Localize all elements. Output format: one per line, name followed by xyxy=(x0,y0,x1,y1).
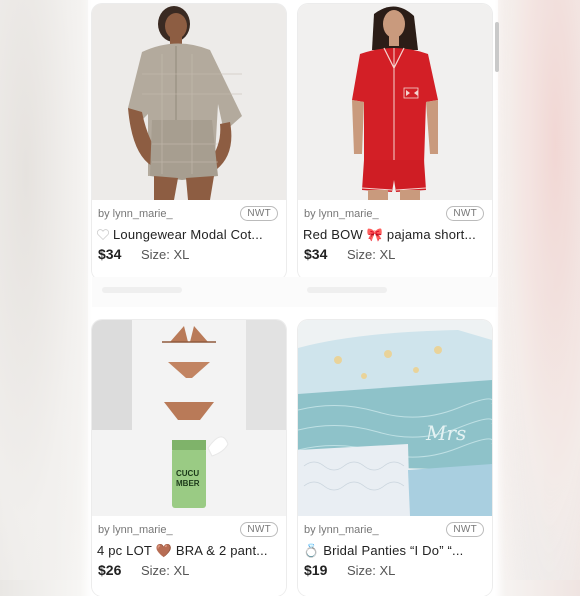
listing-title[interactable]: 4 pc LOT 🤎 BRA & 2 pant... xyxy=(97,543,280,559)
listing-title-text: Loungewear Modal Cot... xyxy=(113,227,263,242)
listing-size: Size: XL xyxy=(347,563,396,578)
listing-size: Size: XL xyxy=(347,247,396,262)
seller-name[interactable]: by lynn_marie_ xyxy=(98,208,173,220)
listing-title[interactable]: Loungewear Modal Cot... xyxy=(97,227,280,242)
loungewear-photo xyxy=(92,4,286,200)
listing-price: $34 xyxy=(98,246,122,262)
listing-meta: by lynn_marie_ NWT 4 pc LOT 🤎 BRA & 2 pa… xyxy=(92,516,286,596)
condition-badge: NWT xyxy=(240,522,278,537)
white-heart-icon xyxy=(97,229,109,240)
listing-title[interactable]: 💍 Bridal Panties “I Do” “... xyxy=(303,543,486,559)
seller-name[interactable]: by lynn_marie_ xyxy=(98,524,173,536)
tube-label-line1: CUCU xyxy=(176,469,199,478)
bra-lot-photo: CUCU MBER xyxy=(92,320,286,516)
condition-badge: NWT xyxy=(446,522,484,537)
listing-size: Size: XL xyxy=(141,563,190,578)
red-pajama-photo xyxy=(298,4,492,200)
bridal-panties-photo: Mrs xyxy=(298,320,492,516)
lace-script-text: Mrs xyxy=(425,421,466,445)
scrollbar[interactable] xyxy=(495,22,499,72)
listing-price: $34 xyxy=(304,246,328,262)
listing-meta: by lynn_marie_ NWT Loungewear Modal Cot.… xyxy=(92,200,286,280)
listing-meta: by lynn_marie_ NWT Red BOW 🎀 pajama shor… xyxy=(298,200,492,280)
listing-image-bridal-panties[interactable]: Mrs xyxy=(298,320,492,516)
listing-image-bra-lot[interactable]: CUCU MBER xyxy=(92,320,286,516)
right-background-blur xyxy=(498,0,580,580)
seller-name[interactable]: by lynn_marie_ xyxy=(304,524,379,536)
listing-image-loungewear[interactable] xyxy=(92,4,286,200)
condition-badge: NWT xyxy=(446,206,484,221)
row-separator xyxy=(92,277,497,307)
listing-card-red-bow[interactable]: by lynn_marie_ NWT Red BOW 🎀 pajama shor… xyxy=(298,4,492,280)
tube-label-line2: MBER xyxy=(176,479,200,488)
listing-title[interactable]: Red BOW 🎀 pajama short... xyxy=(303,227,486,243)
condition-badge: NWT xyxy=(240,206,278,221)
seller-name[interactable]: by lynn_marie_ xyxy=(304,208,379,220)
left-background-blur xyxy=(0,0,88,580)
listing-image-red-bow[interactable] xyxy=(298,4,492,200)
listing-size: Size: XL xyxy=(141,247,190,262)
listing-price: $19 xyxy=(304,562,328,578)
listing-card-bridal-panties[interactable]: Mrs by lynn_marie_ NWT 💍 Bridal Panties … xyxy=(298,320,492,596)
listing-price: $26 xyxy=(98,562,122,578)
listing-card-loungewear[interactable]: by lynn_marie_ NWT Loungewear Modal Cot.… xyxy=(92,4,286,280)
listing-card-bra-lot[interactable]: CUCU MBER by lynn_marie_ NWT 4 pc LOT 🤎 … xyxy=(92,320,286,596)
listing-meta: by lynn_marie_ NWT 💍 Bridal Panties “I D… xyxy=(298,516,492,596)
